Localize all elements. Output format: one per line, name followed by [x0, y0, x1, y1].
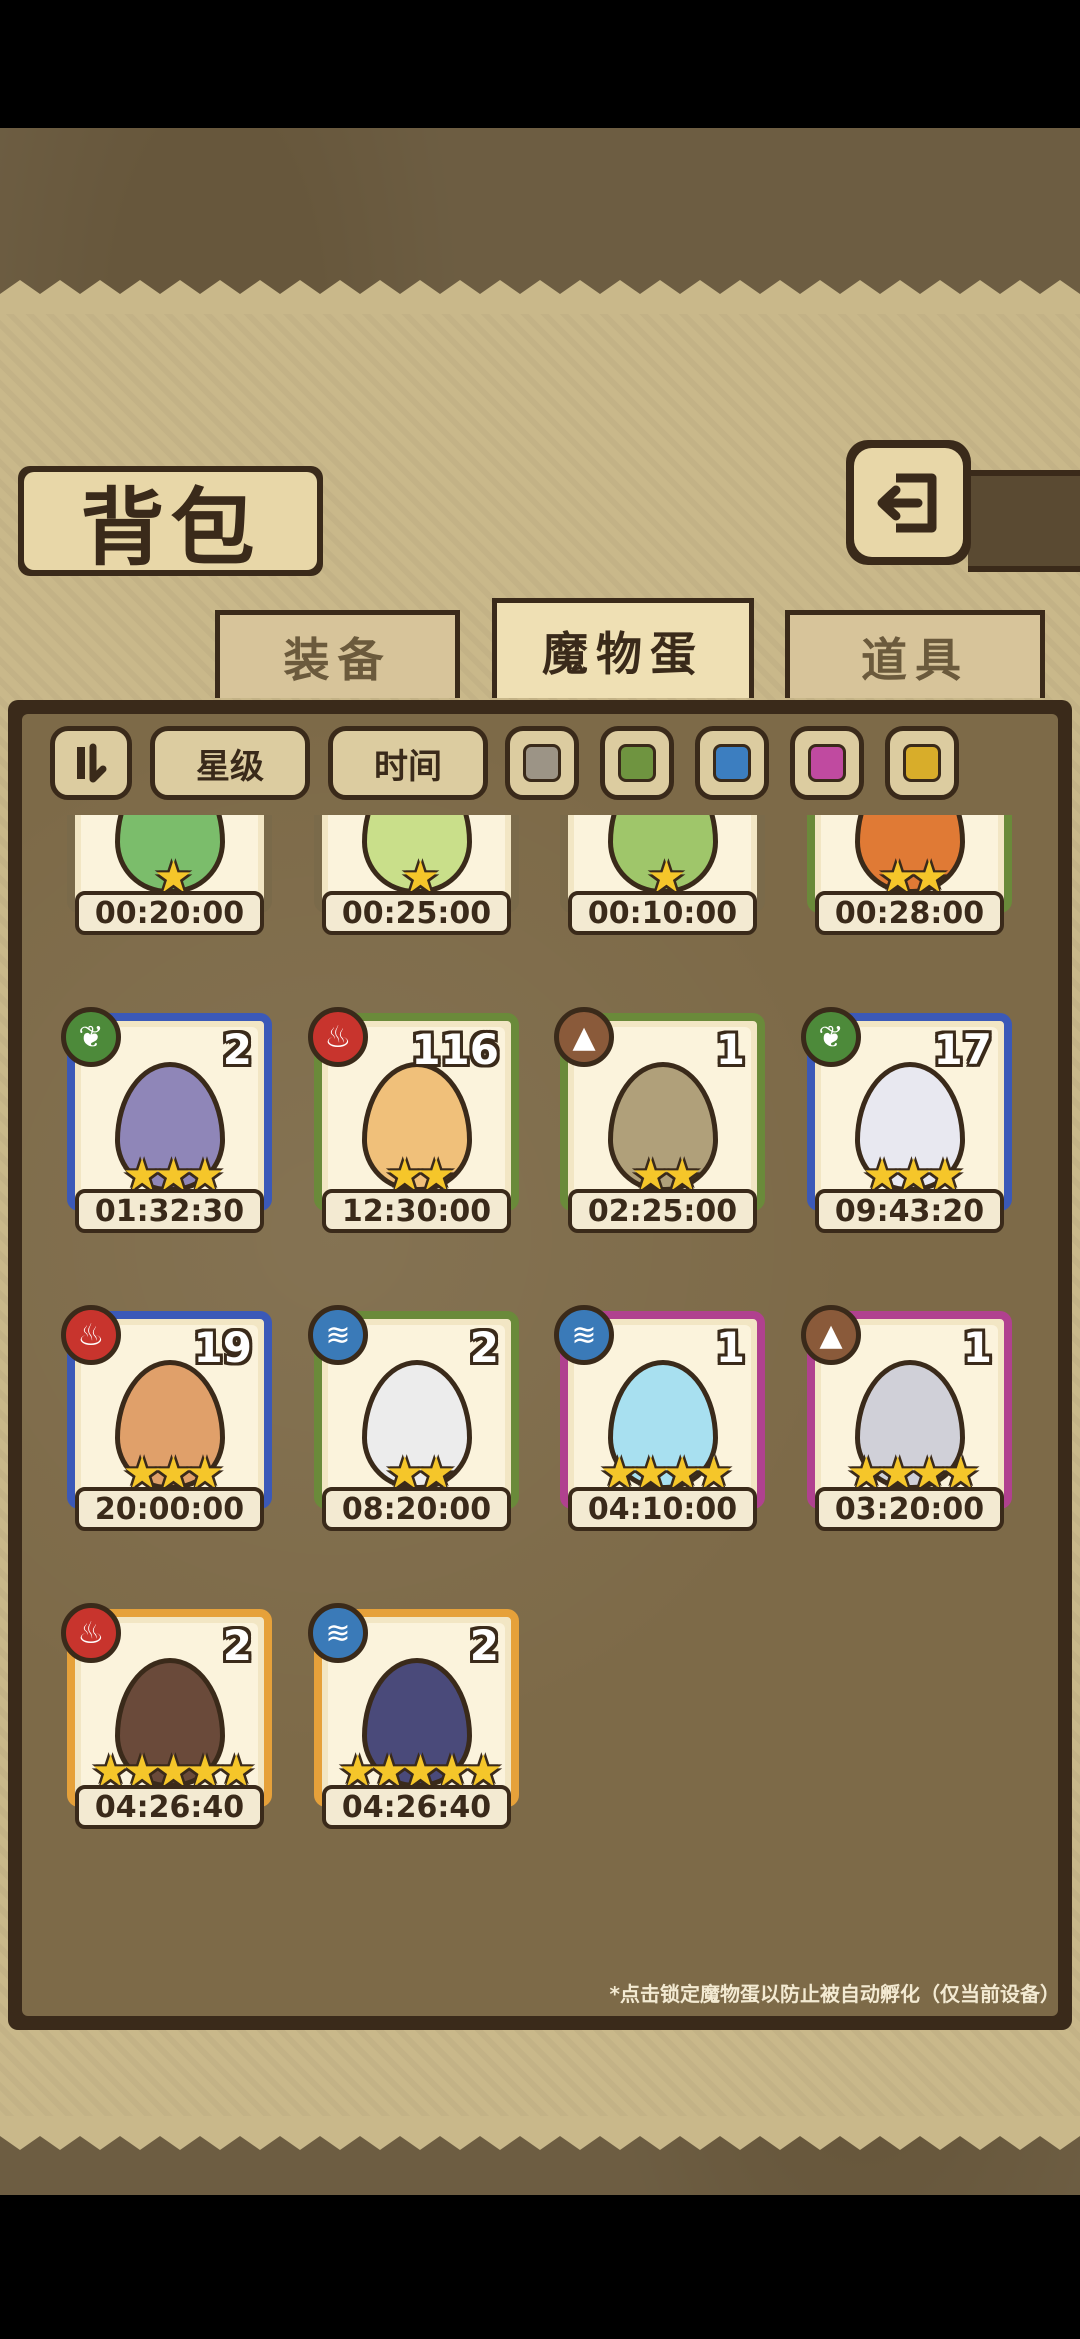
home-indicator-bar: [0, 2195, 1080, 2339]
color-swatch-green: [618, 744, 656, 782]
egg-count: 19: [193, 1323, 252, 1372]
hatch-timer: 12:30:00: [322, 1189, 511, 1233]
auto-hatch-hint: *点击锁定魔物蛋以防止被自动孵化（仅当前设备）: [609, 1982, 1060, 2006]
egg-slot[interactable]: 155★❦00:10:00: [560, 815, 765, 935]
egg-slot[interactable]: 2 ★★★ ❦ 01:32:30: [61, 1007, 272, 1233]
zigzag-bottom: [0, 2116, 1080, 2150]
egg-slot[interactable]: 17 ★★★ ❦ 09:43:20: [801, 1007, 1012, 1233]
hatch-timer: 08:20:00: [322, 1487, 511, 1531]
sort-by-time-label: 时间: [374, 746, 442, 787]
hatch-timer: 02:25:00: [568, 1189, 757, 1233]
back-arrow-icon: [877, 473, 936, 532]
hatch-timer: 00:10:00: [568, 891, 757, 935]
color-swatch-blue: [713, 744, 751, 782]
fire-element-icon: ♨: [308, 1007, 368, 1067]
sort-by-time-button[interactable]: 时间: [328, 726, 488, 800]
egg-slot[interactable]: 1 ★★ ▲ 02:25:00: [554, 1007, 765, 1233]
tab-items-label: 道具: [861, 632, 969, 687]
hatch-timer: 00:28:00: [815, 891, 1004, 935]
leaf-element-icon: ❦: [61, 1007, 121, 1067]
egg-slot[interactable]: 5★★♨00:28:00: [807, 815, 1012, 935]
color-filter-purple[interactable]: [790, 726, 864, 800]
sort-by-star-label: 星级: [196, 746, 264, 787]
color-swatch-purple: [808, 744, 846, 782]
egg-count: 116: [411, 1025, 499, 1074]
sort-by-star-button[interactable]: 星级: [150, 726, 310, 800]
egg-slot[interactable]: 19 ★★★ ♨ 20:00:00: [61, 1305, 272, 1531]
earth-element-icon: ▲: [801, 1305, 861, 1365]
tab-equipment[interactable]: 装备: [215, 610, 460, 698]
hatch-timer: 20:00:00: [75, 1487, 264, 1531]
map-band-top: [0, 128, 1080, 300]
egg-count: 1: [715, 1025, 745, 1074]
title-badge: 背包: [18, 466, 323, 577]
back-button[interactable]: [846, 440, 971, 565]
hatch-timer: 03:20:00: [815, 1487, 1004, 1531]
tab-bar: 装备 魔物蛋 道具: [15, 598, 1065, 705]
back-ribbon: [968, 470, 1080, 572]
tab-items[interactable]: 道具: [785, 610, 1045, 698]
egg-count: 1: [715, 1323, 745, 1372]
egg-count: 1: [962, 1323, 992, 1372]
color-filter-gray[interactable]: [505, 726, 579, 800]
egg-slot[interactable]: 2 ★★★★★ ≋ 04:26:40: [308, 1603, 519, 1829]
egg-count: 2: [469, 1323, 499, 1372]
color-filter-green[interactable]: [600, 726, 674, 800]
fire-element-icon: ♨: [61, 1603, 121, 1663]
sort-toggle-button[interactable]: [50, 726, 132, 800]
hatch-timer: 04:26:40: [322, 1785, 511, 1829]
hatch-timer: 00:25:00: [322, 891, 511, 935]
earth-element-icon: ▲: [554, 1007, 614, 1067]
egg-slot[interactable]: 1 ★★★★ ≋ 04:10:00: [554, 1305, 765, 1531]
color-filter-orange[interactable]: [885, 726, 959, 800]
color-swatch-orange: [903, 744, 941, 782]
status-bar: [0, 0, 1080, 128]
zigzag-top: [0, 280, 1080, 314]
egg-grid: 158★▲00:20:00 153★❦00:25:00 155★❦00:10:00 5…: [22, 815, 1058, 1940]
hatch-timer: 04:26:40: [75, 1785, 264, 1829]
color-swatch-gray: [523, 744, 561, 782]
egg-slot[interactable]: 1 ★★★★ ▲ 03:20:00: [801, 1305, 1012, 1531]
water-element-icon: ≋: [308, 1603, 368, 1663]
water-element-icon: ≋: [308, 1305, 368, 1365]
color-filter-blue[interactable]: [695, 726, 769, 800]
hatch-timer: 04:10:00: [568, 1487, 757, 1531]
tab-equipment-label: 装备: [283, 632, 392, 687]
hatch-timer: 00:20:00: [75, 891, 264, 935]
water-element-icon: ≋: [554, 1305, 614, 1365]
egg-slot[interactable]: 116 ★★ ♨ 12:30:00: [308, 1007, 519, 1233]
egg-slot[interactable]: 153★❦00:25:00: [314, 815, 519, 935]
tab-monster-eggs[interactable]: 魔物蛋: [492, 598, 754, 698]
egg-slot[interactable]: 2 ★★★★★ ♨ 04:26:40: [61, 1603, 272, 1829]
egg-slot[interactable]: 2 ★★ ≋ 08:20:00: [308, 1305, 519, 1531]
egg-count: 2: [222, 1621, 252, 1670]
sort-order-icon: [77, 743, 107, 783]
egg-count: 17: [933, 1025, 992, 1074]
hatch-timer: 09:43:20: [815, 1189, 1004, 1233]
egg-count: 2: [222, 1025, 252, 1074]
egg-slot[interactable]: 158★▲00:20:00: [67, 815, 272, 935]
egg-count: 2: [469, 1621, 499, 1670]
hatch-timer: 01:32:30: [75, 1189, 264, 1233]
leaf-element-icon: ❦: [801, 1007, 861, 1067]
page-title: 背包: [80, 477, 261, 577]
tab-monster-eggs-label: 魔物蛋: [542, 626, 704, 681]
fire-element-icon: ♨: [61, 1305, 121, 1365]
